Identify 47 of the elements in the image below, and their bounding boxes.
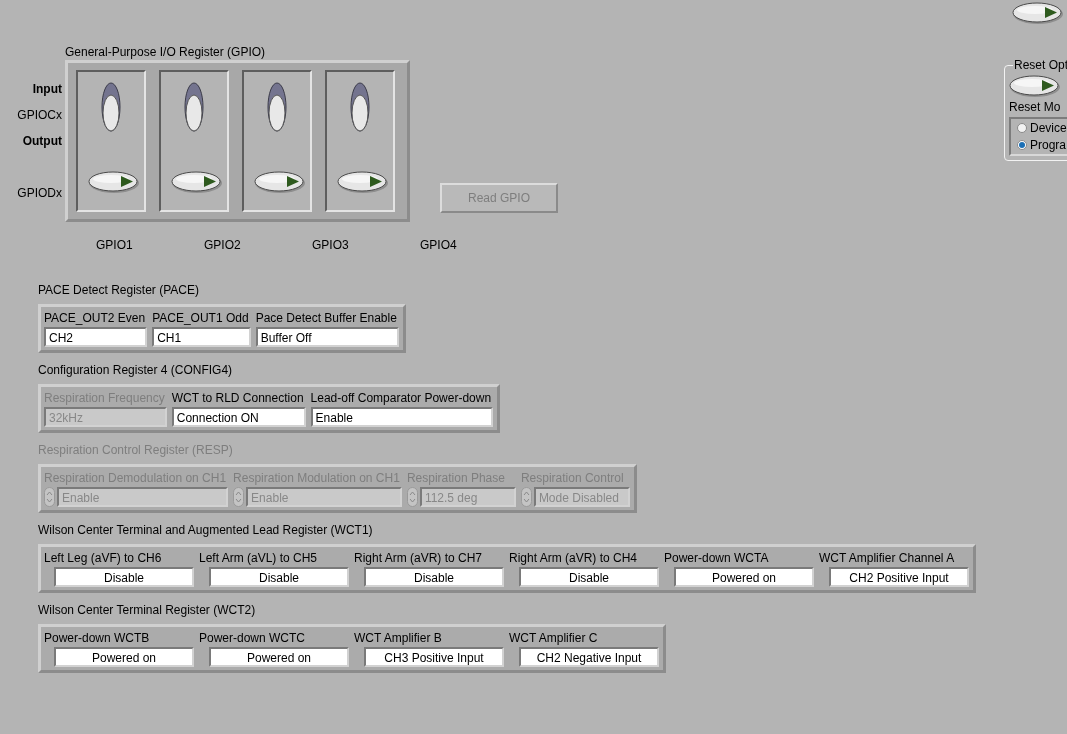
row-label: GPIODx [17, 185, 62, 202]
value-field[interactable]: Disable [209, 567, 349, 587]
field-label: Power-down WCTB [44, 630, 151, 647]
section-title: Wilson Center Terminal Register (WCT2) [38, 602, 256, 618]
value-field[interactable]: Powered on [674, 567, 814, 587]
channel-label: GPIO3 [312, 238, 350, 252]
field-label: WCT Amplifier Channel A [819, 550, 956, 567]
value-field[interactable]: Enable [310, 407, 494, 427]
row-label: GPIOCx [17, 107, 62, 124]
value-field[interactable]: Buffer Off [255, 327, 399, 347]
group-label: Reset Opt [1013, 58, 1067, 72]
value-field[interactable]: Powered on [54, 647, 194, 667]
channel-label: GPIO4 [420, 238, 458, 252]
radio-label: Device [1030, 121, 1067, 135]
value-field[interactable]: CH2 Positive Input [829, 567, 969, 587]
row-label: Input [32, 81, 62, 98]
field-label: Lead-off Comparator Power-down [310, 390, 493, 407]
section-title: Wilson Center Terminal and Augmented Lead Register (WCT1) [38, 522, 373, 538]
value-field[interactable]: CH3 Positive Input [364, 647, 504, 667]
field-label: WCT to RLD Connection [171, 390, 305, 407]
field-label: WCT Amplifier C [509, 630, 599, 647]
field-label: Power-down WCTA [664, 550, 770, 567]
field-label: Left Leg (aVF) to CH6 [44, 550, 163, 567]
field-label: Reset Mo [1009, 100, 1061, 114]
value-field[interactable]: Connection ON [171, 407, 306, 427]
value-field[interactable]: Powered on [209, 647, 349, 667]
field-label: Right Arm (aVR) to CH7 [354, 550, 484, 567]
value-field[interactable]: Disable [54, 567, 194, 587]
radio-label: Progra [1030, 138, 1067, 152]
field-label: PACE_OUT1 Odd [152, 310, 250, 327]
field-label: Power-down WCTC [199, 630, 307, 647]
row-label: Output [22, 133, 62, 150]
value-field[interactable]: Disable [519, 567, 659, 587]
section-title: Configuration Register 4 (CONFIG4) [38, 362, 233, 378]
section-title: PACE Detect Register (PACE) [38, 282, 199, 298]
value-field[interactable]: CH2 [44, 327, 148, 347]
field-label: PACE_OUT2 Even [44, 310, 147, 327]
field-label: Pace Detect Buffer Enable [255, 310, 398, 327]
field-label: Left Arm (aVL) to CH5 [199, 550, 319, 567]
field-label: Right Arm (aVR) to CH4 [509, 550, 639, 567]
section-title: General-Purpose I/O Register (GPIO) [65, 44, 267, 60]
channel-label: GPIO1 [96, 238, 134, 252]
value-field[interactable]: Disable [364, 567, 504, 587]
value-field[interactable]: CH1 [152, 327, 251, 347]
field-label: WCT Amplifier B [354, 630, 443, 647]
value-field[interactable]: CH2 Negative Input [519, 647, 659, 667]
channel-label: GPIO2 [204, 238, 242, 252]
